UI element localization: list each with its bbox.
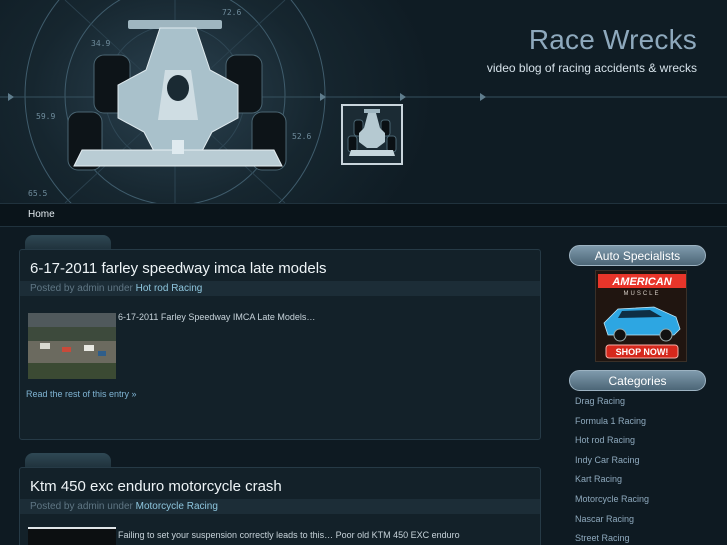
ad-brand-top: AMERICAN xyxy=(611,276,672,288)
hud-readout: 65.5 xyxy=(28,189,47,198)
post-tab-decoration xyxy=(25,453,111,467)
list-item: Hot rod Racing xyxy=(575,431,649,451)
post-tab-decoration xyxy=(25,235,111,249)
post-excerpt: 6-17-2011 Farley Speedway IMCA Late Mode… xyxy=(118,312,316,322)
list-item: Formula 1 Racing xyxy=(575,412,649,432)
mustang-ad-image: AMERICAN MUSCLE SHOP NOW! xyxy=(596,271,686,361)
post-title[interactable]: Ktm 450 exc enduro motorcycle crash xyxy=(30,478,282,495)
main-navigation: Home xyxy=(0,203,727,227)
list-item: Street Racing xyxy=(575,529,649,545)
nav-item-home[interactable]: Home xyxy=(28,209,55,220)
list-item: Nascar Racing xyxy=(575,510,649,530)
post-excerpt: Failing to set your suspension correctly… xyxy=(118,530,460,540)
site-title[interactable]: Race Wrecks xyxy=(529,24,697,56)
post-category-link[interactable]: Motorcycle Racing xyxy=(136,501,218,512)
category-link-nascar-racing[interactable]: Nascar Racing xyxy=(575,514,634,524)
category-link-motorcycle-racing[interactable]: Motorcycle Racing xyxy=(575,494,649,504)
american-muscle-ad-banner[interactable]: AMERICAN MUSCLE SHOP NOW! xyxy=(595,270,687,362)
header-thumbnail-image[interactable] xyxy=(341,104,403,165)
widget-title-auto-specialists: Auto Specialists xyxy=(569,245,706,266)
category-link-formula-1-racing[interactable]: Formula 1 Racing xyxy=(575,416,646,426)
hud-readout: 59.9 xyxy=(36,112,55,121)
post-meta-prefix: Posted by admin under xyxy=(30,501,133,512)
list-item: Motorcycle Racing xyxy=(575,490,649,510)
post-meta-prefix: Posted by admin under xyxy=(30,283,133,294)
site-header: 72.6 34.9 59.9 52.6 65.5 Race Wrecks vid… xyxy=(0,0,727,203)
category-link-drag-racing[interactable]: Drag Racing xyxy=(575,396,625,406)
read-more-link[interactable]: Read the rest of this entry » xyxy=(26,389,137,399)
hud-readout: 72.6 xyxy=(222,8,241,17)
post-card: 6-17-2011 farley speedway imca late mode… xyxy=(19,249,541,440)
hud-readout: 52.6 xyxy=(292,132,311,141)
post-thumbnail-image[interactable] xyxy=(28,313,116,379)
category-link-street-racing[interactable]: Street Racing xyxy=(575,533,630,543)
widget-title-categories: Categories xyxy=(569,370,706,391)
post-thumbnail-image[interactable] xyxy=(28,527,116,545)
site-tagline: video blog of racing accidents & wrecks xyxy=(486,61,697,75)
category-list: Drag Racing Formula 1 Racing Hot rod Rac… xyxy=(575,392,649,545)
post-title[interactable]: 6-17-2011 farley speedway imca late mode… xyxy=(30,260,327,277)
race-track-photo xyxy=(28,313,116,379)
f1-car-thumbnail xyxy=(343,106,401,163)
ad-cta: SHOP NOW! xyxy=(616,347,669,357)
hud-readout: 34.9 xyxy=(91,39,110,48)
ad-brand-bottom: MUSCLE xyxy=(623,291,660,297)
category-link-hot-rod-racing[interactable]: Hot rod Racing xyxy=(575,435,635,445)
post-meta: Posted by admin under Hot rod Racing xyxy=(20,281,540,296)
post-category-link[interactable]: Hot rod Racing xyxy=(136,283,203,294)
post-meta: Posted by admin under Motorcycle Racing xyxy=(20,499,540,514)
category-link-kart-racing[interactable]: Kart Racing xyxy=(575,474,622,484)
list-item: Indy Car Racing xyxy=(575,451,649,471)
list-item: Drag Racing xyxy=(575,392,649,412)
list-item: Kart Racing xyxy=(575,470,649,490)
post-card: Ktm 450 exc enduro motorcycle crash Post… xyxy=(19,467,541,545)
category-link-indy-car-racing[interactable]: Indy Car Racing xyxy=(575,455,640,465)
